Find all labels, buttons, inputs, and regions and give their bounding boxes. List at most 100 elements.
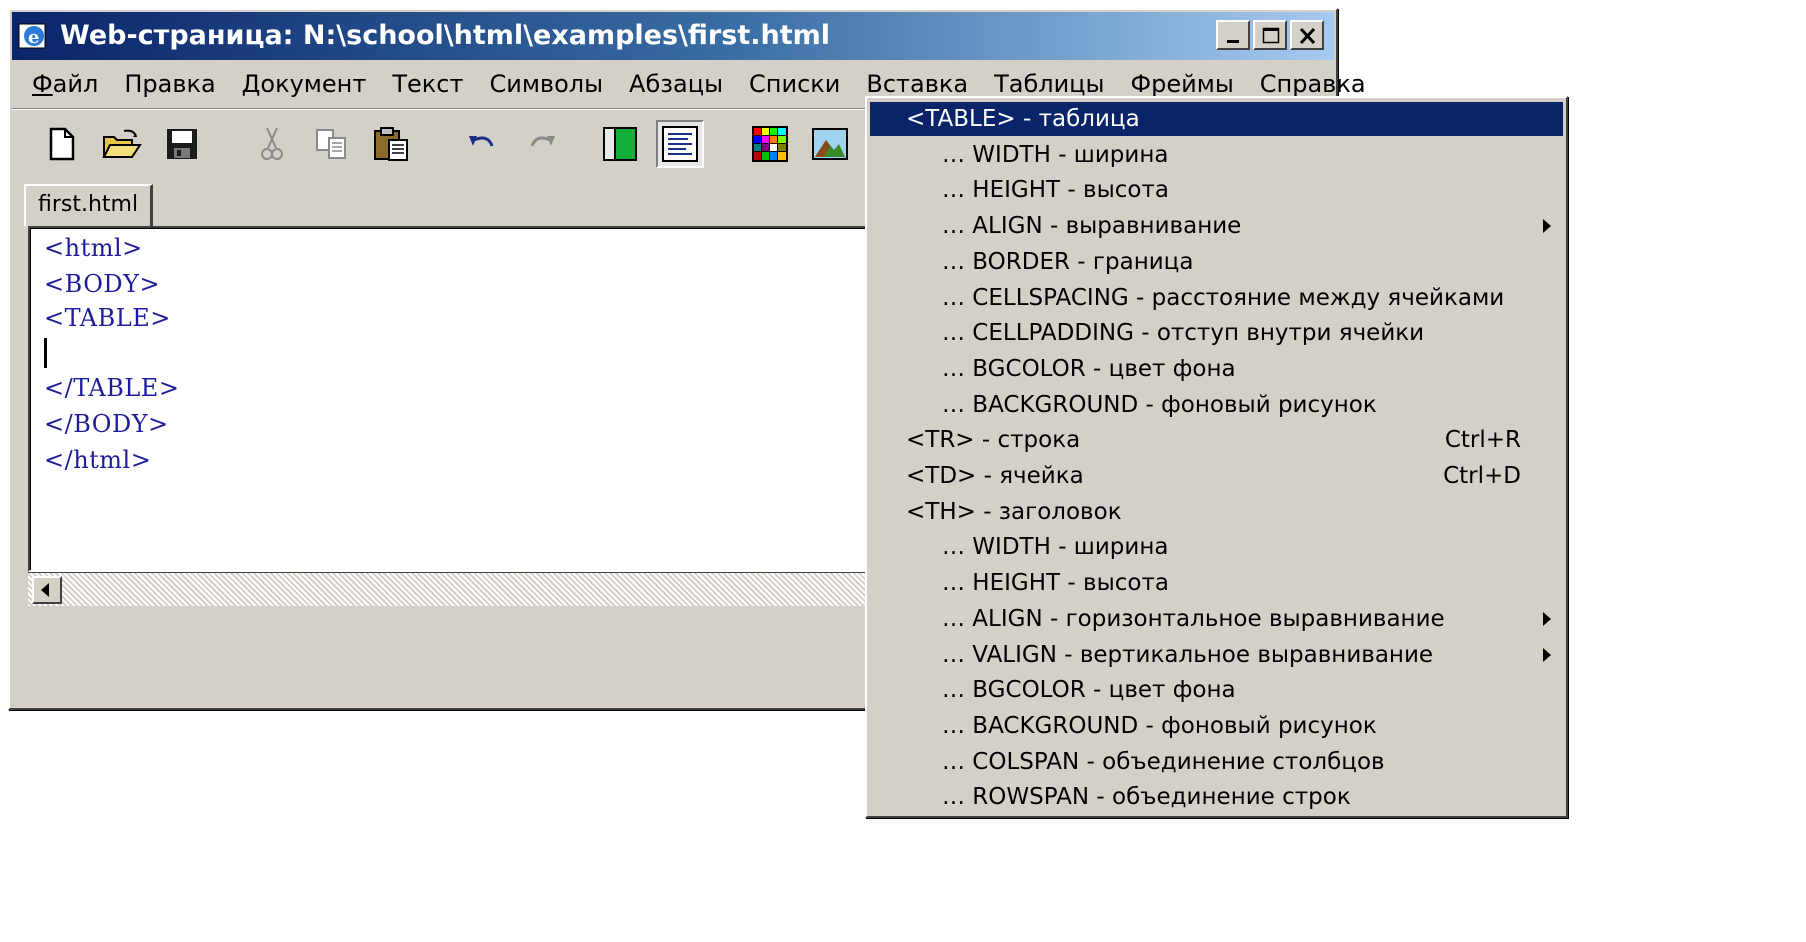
menu-option[interactable]: … BGCOLOR - цвет фона xyxy=(870,352,1563,386)
menu-option-label: … BORDER - граница xyxy=(942,248,1194,275)
menu-option-label: <TABLE> - таблица xyxy=(906,106,1140,132)
menu-item-1[interactable]: Правка xyxy=(111,64,228,104)
redo-button[interactable] xyxy=(518,120,566,168)
menu-label: Документ xyxy=(241,70,367,98)
menu-item-3[interactable]: Текст xyxy=(379,64,476,104)
menu-option[interactable]: <TABLE> - таблица xyxy=(870,102,1563,136)
menu-item-4[interactable]: Символы xyxy=(476,64,616,104)
menu-option[interactable]: … WIDTH - ширина xyxy=(870,530,1563,564)
menu-label: Символы xyxy=(489,70,604,98)
maximize-icon xyxy=(1262,27,1280,44)
submenu-arrow-icon xyxy=(1543,219,1551,234)
redo-icon xyxy=(530,136,555,147)
menu-label: Фреймы xyxy=(1130,70,1234,98)
menu-option-label: … BGCOLOR - цвет фона xyxy=(942,355,1236,382)
menu-label: Списки xyxy=(749,70,841,98)
menu-option-label: … HEIGHT - высота xyxy=(942,177,1169,204)
menu-option[interactable]: … WIDTH - ширина xyxy=(870,138,1563,172)
menu-option[interactable]: … BACKGROUND - фоновый рисунок xyxy=(870,709,1563,743)
code-line: <BODY> xyxy=(44,270,161,298)
menu-item-2[interactable]: Документ xyxy=(229,64,380,104)
copy-icon xyxy=(316,129,346,159)
paste-icon xyxy=(374,127,408,161)
submenu-arrow-icon xyxy=(1543,647,1551,662)
open-button[interactable] xyxy=(98,120,146,168)
menu-label: Таблицы xyxy=(994,70,1105,98)
menu-option-label: … ALIGN - выравнивание xyxy=(942,213,1242,240)
save-button[interactable] xyxy=(158,120,206,168)
menu-option[interactable]: … ROWSPAN - объединение строк xyxy=(870,780,1563,814)
source-view-icon xyxy=(603,127,637,161)
menu-option[interactable]: … ALIGN - горизонтальное выравнивание xyxy=(870,602,1563,636)
color-palette-button[interactable] xyxy=(746,120,794,168)
tables-dropdown-menu: <TABLE> - таблица … WIDTH - ширина … HEIGH… xyxy=(865,96,1568,818)
tab-first-html[interactable]: first.html xyxy=(24,184,154,226)
menu-label: Правка xyxy=(124,70,216,98)
menu-option[interactable]: <TH> - заголовок xyxy=(870,495,1563,529)
svg-text:e: e xyxy=(28,27,39,48)
shortcut-label: Ctrl+D xyxy=(1443,463,1521,489)
menu-option[interactable]: <TD> - ячейка Ctrl+D xyxy=(870,459,1563,493)
new-document-icon xyxy=(49,127,75,161)
menu-option-label: <TR> - строка xyxy=(906,427,1081,454)
cut-icon xyxy=(261,127,283,160)
maximize-button[interactable] xyxy=(1253,20,1287,50)
submenu-arrow-icon xyxy=(1543,611,1551,626)
menu-option-label: … CELLSPACING - расстояние между ячейкам… xyxy=(942,284,1505,311)
menu-option[interactable]: … COLSPAN - объединение столбцов xyxy=(870,745,1563,779)
text-caret xyxy=(44,338,47,368)
menu-accelerator: Ф xyxy=(32,70,53,98)
menu-option[interactable]: … VALIGN - вертикальное выравнивание xyxy=(870,638,1563,672)
menu-option-label: … WIDTH - ширина xyxy=(942,534,1169,561)
undo-button[interactable] xyxy=(458,120,506,168)
menu-item-5[interactable]: Абзацы xyxy=(616,64,736,104)
shortcut-label: Ctrl+R xyxy=(1444,427,1521,454)
code-line: </TABLE> xyxy=(44,374,180,402)
cut-button[interactable] xyxy=(248,120,296,168)
menu-option-label: … CELLPADDING - отступ внутри ячейки xyxy=(942,320,1425,347)
code-line: </BODY> xyxy=(44,410,169,438)
menu-option[interactable]: … BACKGROUND - фоновый рисунок xyxy=(870,388,1563,422)
close-button[interactable] xyxy=(1290,20,1324,50)
source-view-button[interactable] xyxy=(596,120,644,168)
paste-button[interactable] xyxy=(368,120,416,168)
insert-image-button[interactable] xyxy=(806,120,854,168)
menu-option[interactable]: … HEIGHT - высота xyxy=(870,173,1563,207)
code-line: <TABLE> xyxy=(44,304,171,332)
menu-label: айл xyxy=(52,70,99,98)
menu-option-label: … ALIGN - горизонтальное выравнивание xyxy=(942,605,1445,632)
save-icon xyxy=(167,129,197,159)
menu-option-label: … BACKGROUND - фоновый рисунок xyxy=(942,712,1377,739)
menu-option[interactable]: … HEIGHT - высота xyxy=(870,566,1563,600)
menu-option[interactable]: … CELLPADDING - отступ внутри ячейки xyxy=(870,316,1563,350)
new-document-button[interactable] xyxy=(38,120,86,168)
menu-option-label: … ROWSPAN - объединение строк xyxy=(942,784,1351,811)
close-icon xyxy=(1299,27,1316,45)
color-palette-icon xyxy=(752,126,788,162)
code-line: </html> xyxy=(44,446,152,474)
window-title: Web-страница: N:\school\html\examples\fi… xyxy=(60,20,831,51)
menu-option-label: <TH> - заголовок xyxy=(906,498,1122,525)
menu-item-0[interactable]: Файл xyxy=(12,64,111,104)
scroll-left-icon[interactable] xyxy=(32,576,62,604)
app-icon: e xyxy=(18,23,46,49)
menu-option[interactable]: … BGCOLOR - цвет фона xyxy=(870,673,1563,707)
menu-option[interactable]: … BORDER - граница xyxy=(870,245,1563,279)
menu-item-6[interactable]: Списки xyxy=(736,64,853,104)
menu-option[interactable]: <TR> - строка Ctrl+R xyxy=(870,423,1563,457)
menu-option-label: … WIDTH - ширина xyxy=(942,141,1169,168)
menu-option-label: <TD> - ячейка xyxy=(906,463,1084,489)
menu-option-label: … HEIGHT - высота xyxy=(942,570,1169,597)
minimize-button[interactable] xyxy=(1216,20,1250,50)
copy-button[interactable] xyxy=(308,120,356,168)
menu-label: Справка xyxy=(1259,70,1366,98)
open-folder-icon xyxy=(102,129,142,158)
menu-option-label: … VALIGN - вертикальное выравнивание xyxy=(942,641,1434,668)
menu-option[interactable]: … ALIGN - выравнивание xyxy=(870,209,1563,243)
title-bar[interactable]: e Web-страница: N:\school\html\examples\… xyxy=(12,12,1334,60)
text-view-button[interactable] xyxy=(656,120,704,168)
menu-label: Текст xyxy=(392,70,464,98)
menu-label: Абзацы xyxy=(629,70,724,98)
insert-image-icon xyxy=(812,128,848,160)
menu-option[interactable]: … CELLSPACING - расстояние между ячейкам… xyxy=(870,281,1563,315)
